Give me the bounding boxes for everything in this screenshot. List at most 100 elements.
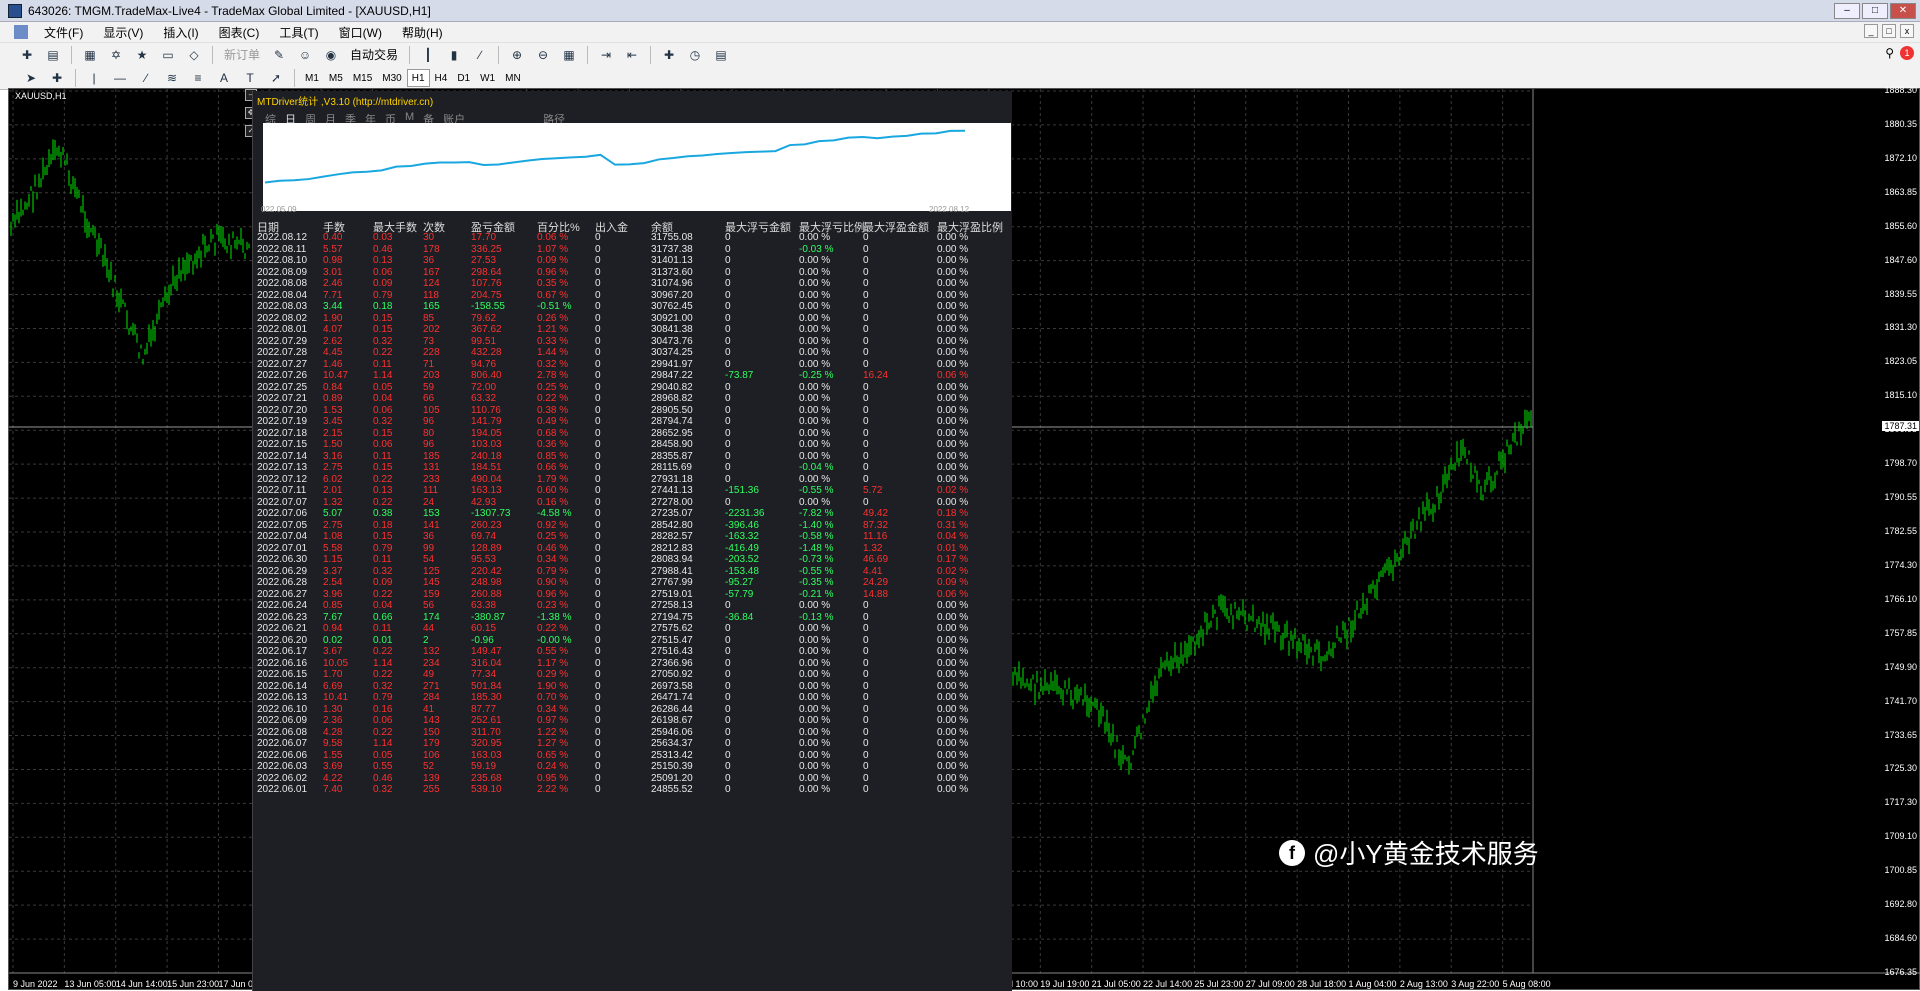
table-cell: 0.25 % [537,531,569,542]
terminal-icon[interactable]: ▭ [157,45,179,65]
text-icon[interactable]: A [213,68,235,88]
minimize-button[interactable]: – [1834,3,1860,19]
price-level-label: 1855.60 [1884,220,1917,231]
data-window-icon[interactable]: ✡ [105,45,127,65]
document-icon [14,25,28,39]
periods-icon[interactable]: ◷ [684,45,706,65]
horizontal-line-icon[interactable]: — [109,68,131,88]
close-button[interactable]: ✕ [1890,3,1916,19]
table-cell: 2022.07.21 [257,393,308,404]
signals-icon[interactable]: ☺ [294,45,316,65]
search-icon[interactable]: ⚲ [1885,46,1894,60]
new-order-button[interactable]: 新订单 [218,45,266,65]
table-cell: 0 [595,416,601,427]
table-cell: 0 [595,600,601,611]
table-cell: 3.45 [323,416,343,427]
indicators-icon[interactable]: ✚ [658,45,680,65]
table-cell: 0.22 [373,588,393,600]
price-level-label: 1790.55 [1884,492,1917,503]
timeframe-w1[interactable]: W1 [475,69,500,87]
table-cell: 0.15 [373,312,393,324]
time-label: 22 Jul 14:00 [1143,979,1193,989]
crosshair-icon[interactable]: ✚ [46,68,68,88]
chart-window[interactable]: XAUUSD,H1 1888.30 1880.35 1872.10 1863.85 18… [8,85,1920,991]
market-watch-icon[interactable]: ▦ [79,45,101,65]
mini-chart-start-date: 022.05.09 [261,205,297,214]
table-cell: 1.17 % [537,657,569,669]
navigator-icon[interactable]: ★ [131,45,153,65]
table-cell: 0.00 % [937,473,969,485]
notification-badge[interactable]: 1 [1900,46,1914,60]
templates-icon[interactable]: ▤ [710,45,732,65]
text-label-icon[interactable]: T [239,68,261,88]
table-cell: 139 [423,772,440,784]
fibonacci-icon[interactable]: ≡ [187,68,209,88]
profiles-icon[interactable]: ▤ [42,45,64,65]
timeframe-h4[interactable]: H4 [430,69,453,87]
chart-shift-icon[interactable]: ⇤ [621,45,643,65]
candlestick-icon[interactable]: ▮ [443,45,465,65]
table-cell: 36 [423,531,435,542]
table-cell: 0.00 % [937,623,969,634]
maximize-button[interactable]: □ [1862,3,1888,19]
timeframe-m15[interactable]: M15 [348,69,377,87]
bar-chart-icon[interactable]: ┃ [417,45,439,65]
trendline-icon[interactable]: ∕ [135,68,157,88]
mtdriver-stats-panel: MTDriver统计 ,V3.10 (http://mtdriver.cn) 综… [252,91,1012,991]
price-level-label: 1888.30 [1884,85,1917,95]
timeframe-mn[interactable]: MN [500,69,526,87]
menu-window[interactable]: 窗口(W) [329,24,392,41]
metaeditor-icon[interactable]: ✎ [268,45,290,65]
table-cell: 0.00 % [937,669,969,680]
table-cell: 0 [595,703,601,715]
menu-help[interactable]: 帮助(H) [392,24,453,41]
table-cell: 0.00 % [937,761,969,772]
table-cell: 49.42 [863,508,889,519]
table-cell: 0 [863,462,869,473]
cursor-icon[interactable]: ➤ [20,68,42,88]
table-cell: 248.98 [471,577,502,588]
timeframe-m5[interactable]: M5 [324,69,348,87]
arrows-icon[interactable]: ➚ [265,68,287,88]
table-cell: 41 [423,703,435,715]
zoom-in-icon[interactable]: ⊕ [506,45,528,65]
table-cell: 63.38 [471,600,497,611]
menu-insert[interactable]: 插入(I) [153,24,208,41]
table-cell: 0 [725,726,731,738]
options-icon[interactable]: ◉ [320,45,342,65]
timeframe-d1[interactable]: D1 [452,69,475,87]
table-cell: 0 [595,657,601,669]
menu-tools[interactable]: 工具(T) [269,24,328,41]
price-level-label: 1815.10 [1884,390,1917,401]
zoom-out-icon[interactable]: ⊖ [532,45,554,65]
table-cell: -380.87 [471,611,505,623]
table-cell: 311.70 [471,726,501,738]
table-cell: 46.69 [863,554,889,565]
table-cell: 26471.74 [651,692,693,703]
mdi-close-button[interactable]: x [1900,24,1914,38]
table-cell: 31755.08 [651,232,693,243]
menu-charts[interactable]: 图表(C) [209,24,270,41]
table-cell: 26286.44 [651,703,693,715]
timeframe-m30[interactable]: M30 [377,69,406,87]
menu-view[interactable]: 显示(V) [93,24,153,41]
menu-file[interactable]: 文件(F) [34,24,93,41]
new-chart-icon[interactable]: ✚ [16,45,38,65]
tile-windows-icon[interactable]: ▦ [558,45,580,65]
auto-trading-button[interactable]: 自动交易 [344,45,404,65]
line-chart-icon[interactable]: ∕ [469,45,491,65]
mdi-restore-button[interactable]: □ [1882,24,1896,38]
channel-icon[interactable]: ≋ [161,68,183,88]
table-cell: 0 [863,312,869,324]
mdi-minimize-button[interactable]: _ [1864,24,1878,38]
timeframe-m1[interactable]: M1 [300,69,324,87]
table-cell: 0 [863,381,869,393]
vertical-line-icon[interactable]: | [83,68,105,88]
auto-scroll-icon[interactable]: ⇥ [595,45,617,65]
table-cell: 0 [595,496,601,508]
table-cell: 0 [595,370,601,381]
table-cell: -158.55 [471,301,505,312]
strategy-tester-icon[interactable]: ◇ [183,45,205,65]
timeframe-h1[interactable]: H1 [406,68,430,87]
table-cell: 0.00 % [799,703,831,715]
